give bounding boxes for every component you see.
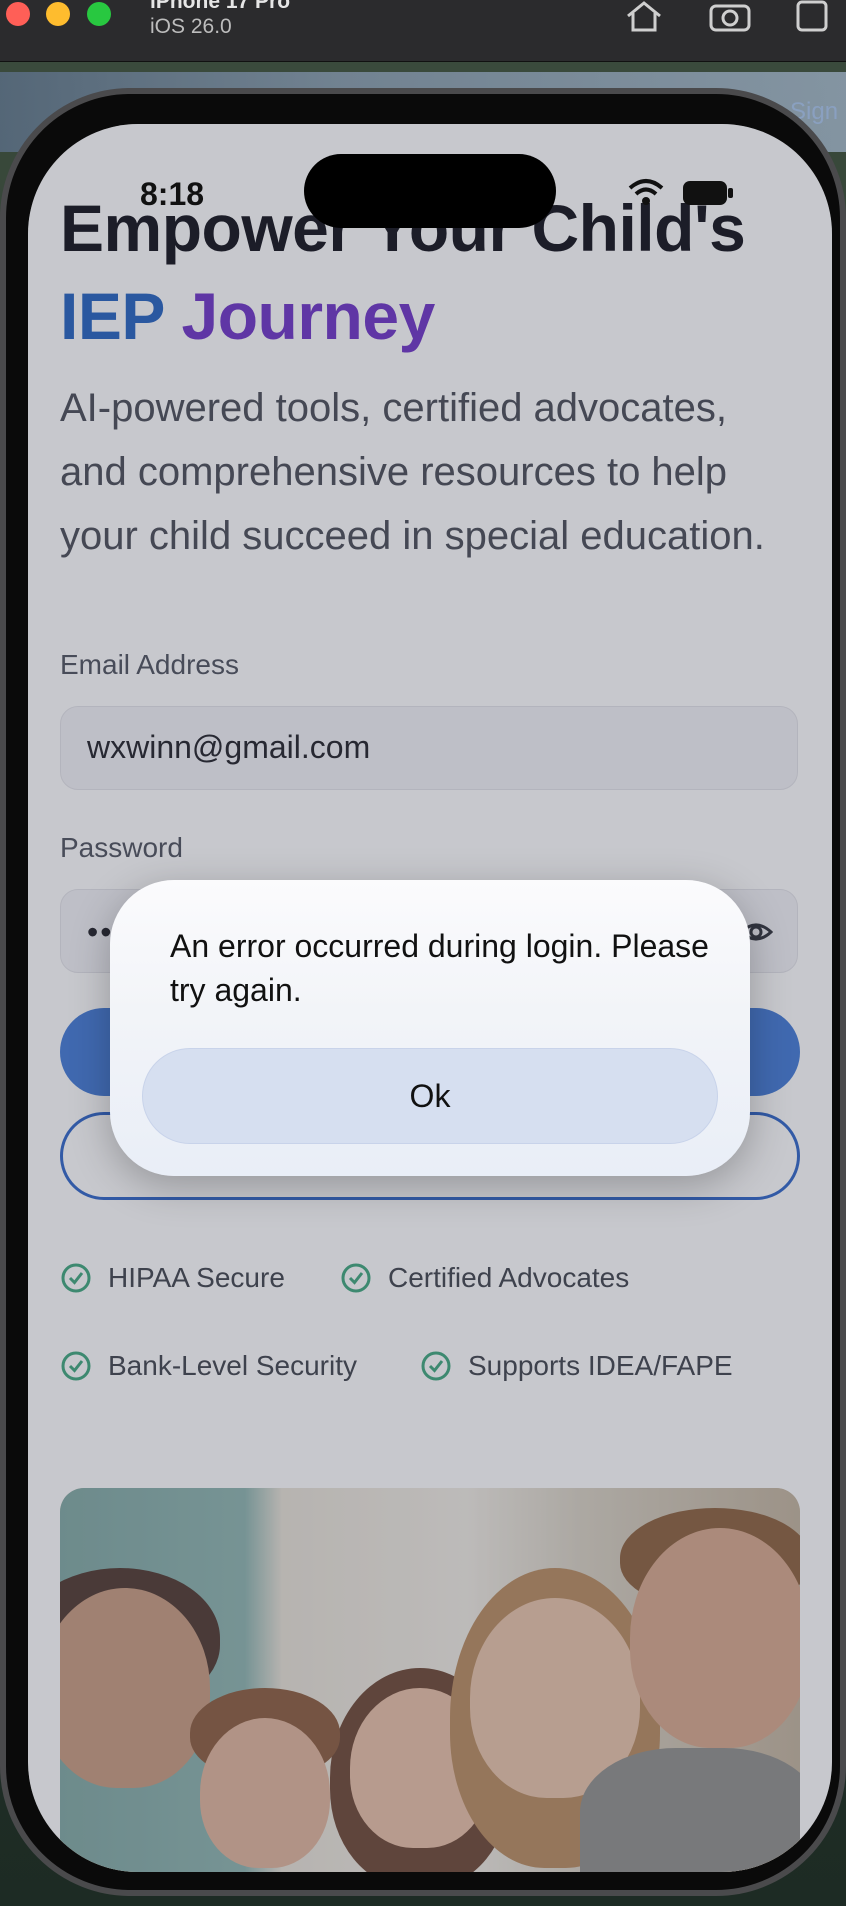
status-bar-time: 8:18	[140, 176, 205, 212]
os-version: iOS 26.0	[150, 15, 232, 38]
close-window-button[interactable]	[6, 2, 30, 26]
screenshot-camera-icon[interactable]	[708, 0, 752, 32]
device-name: iPhone 17 Pro	[150, 0, 291, 13]
minimize-window-button[interactable]	[46, 2, 70, 26]
phone-screen: Empower Your Child's IEP Journey AI-powe…	[28, 124, 832, 1872]
battery-icon	[683, 181, 733, 205]
alert-ok-button[interactable]: Ok	[142, 1048, 718, 1144]
dynamic-island	[304, 154, 556, 228]
wifi-icon	[628, 179, 664, 205]
zoom-window-button[interactable]	[87, 2, 111, 26]
alert-message: An error occurred during login. Please t…	[170, 928, 709, 1008]
error-alert-dialog: An error occurred during login. Please t…	[110, 880, 750, 1176]
home-icon[interactable]	[622, 0, 666, 32]
iphone-frame: Empower Your Child's IEP Journey AI-powe…	[0, 88, 846, 1896]
simulator-title-bar: iPhone 17 Pro iOS 26.0	[0, 0, 846, 62]
rotate-device-icon[interactable]	[790, 0, 834, 32]
